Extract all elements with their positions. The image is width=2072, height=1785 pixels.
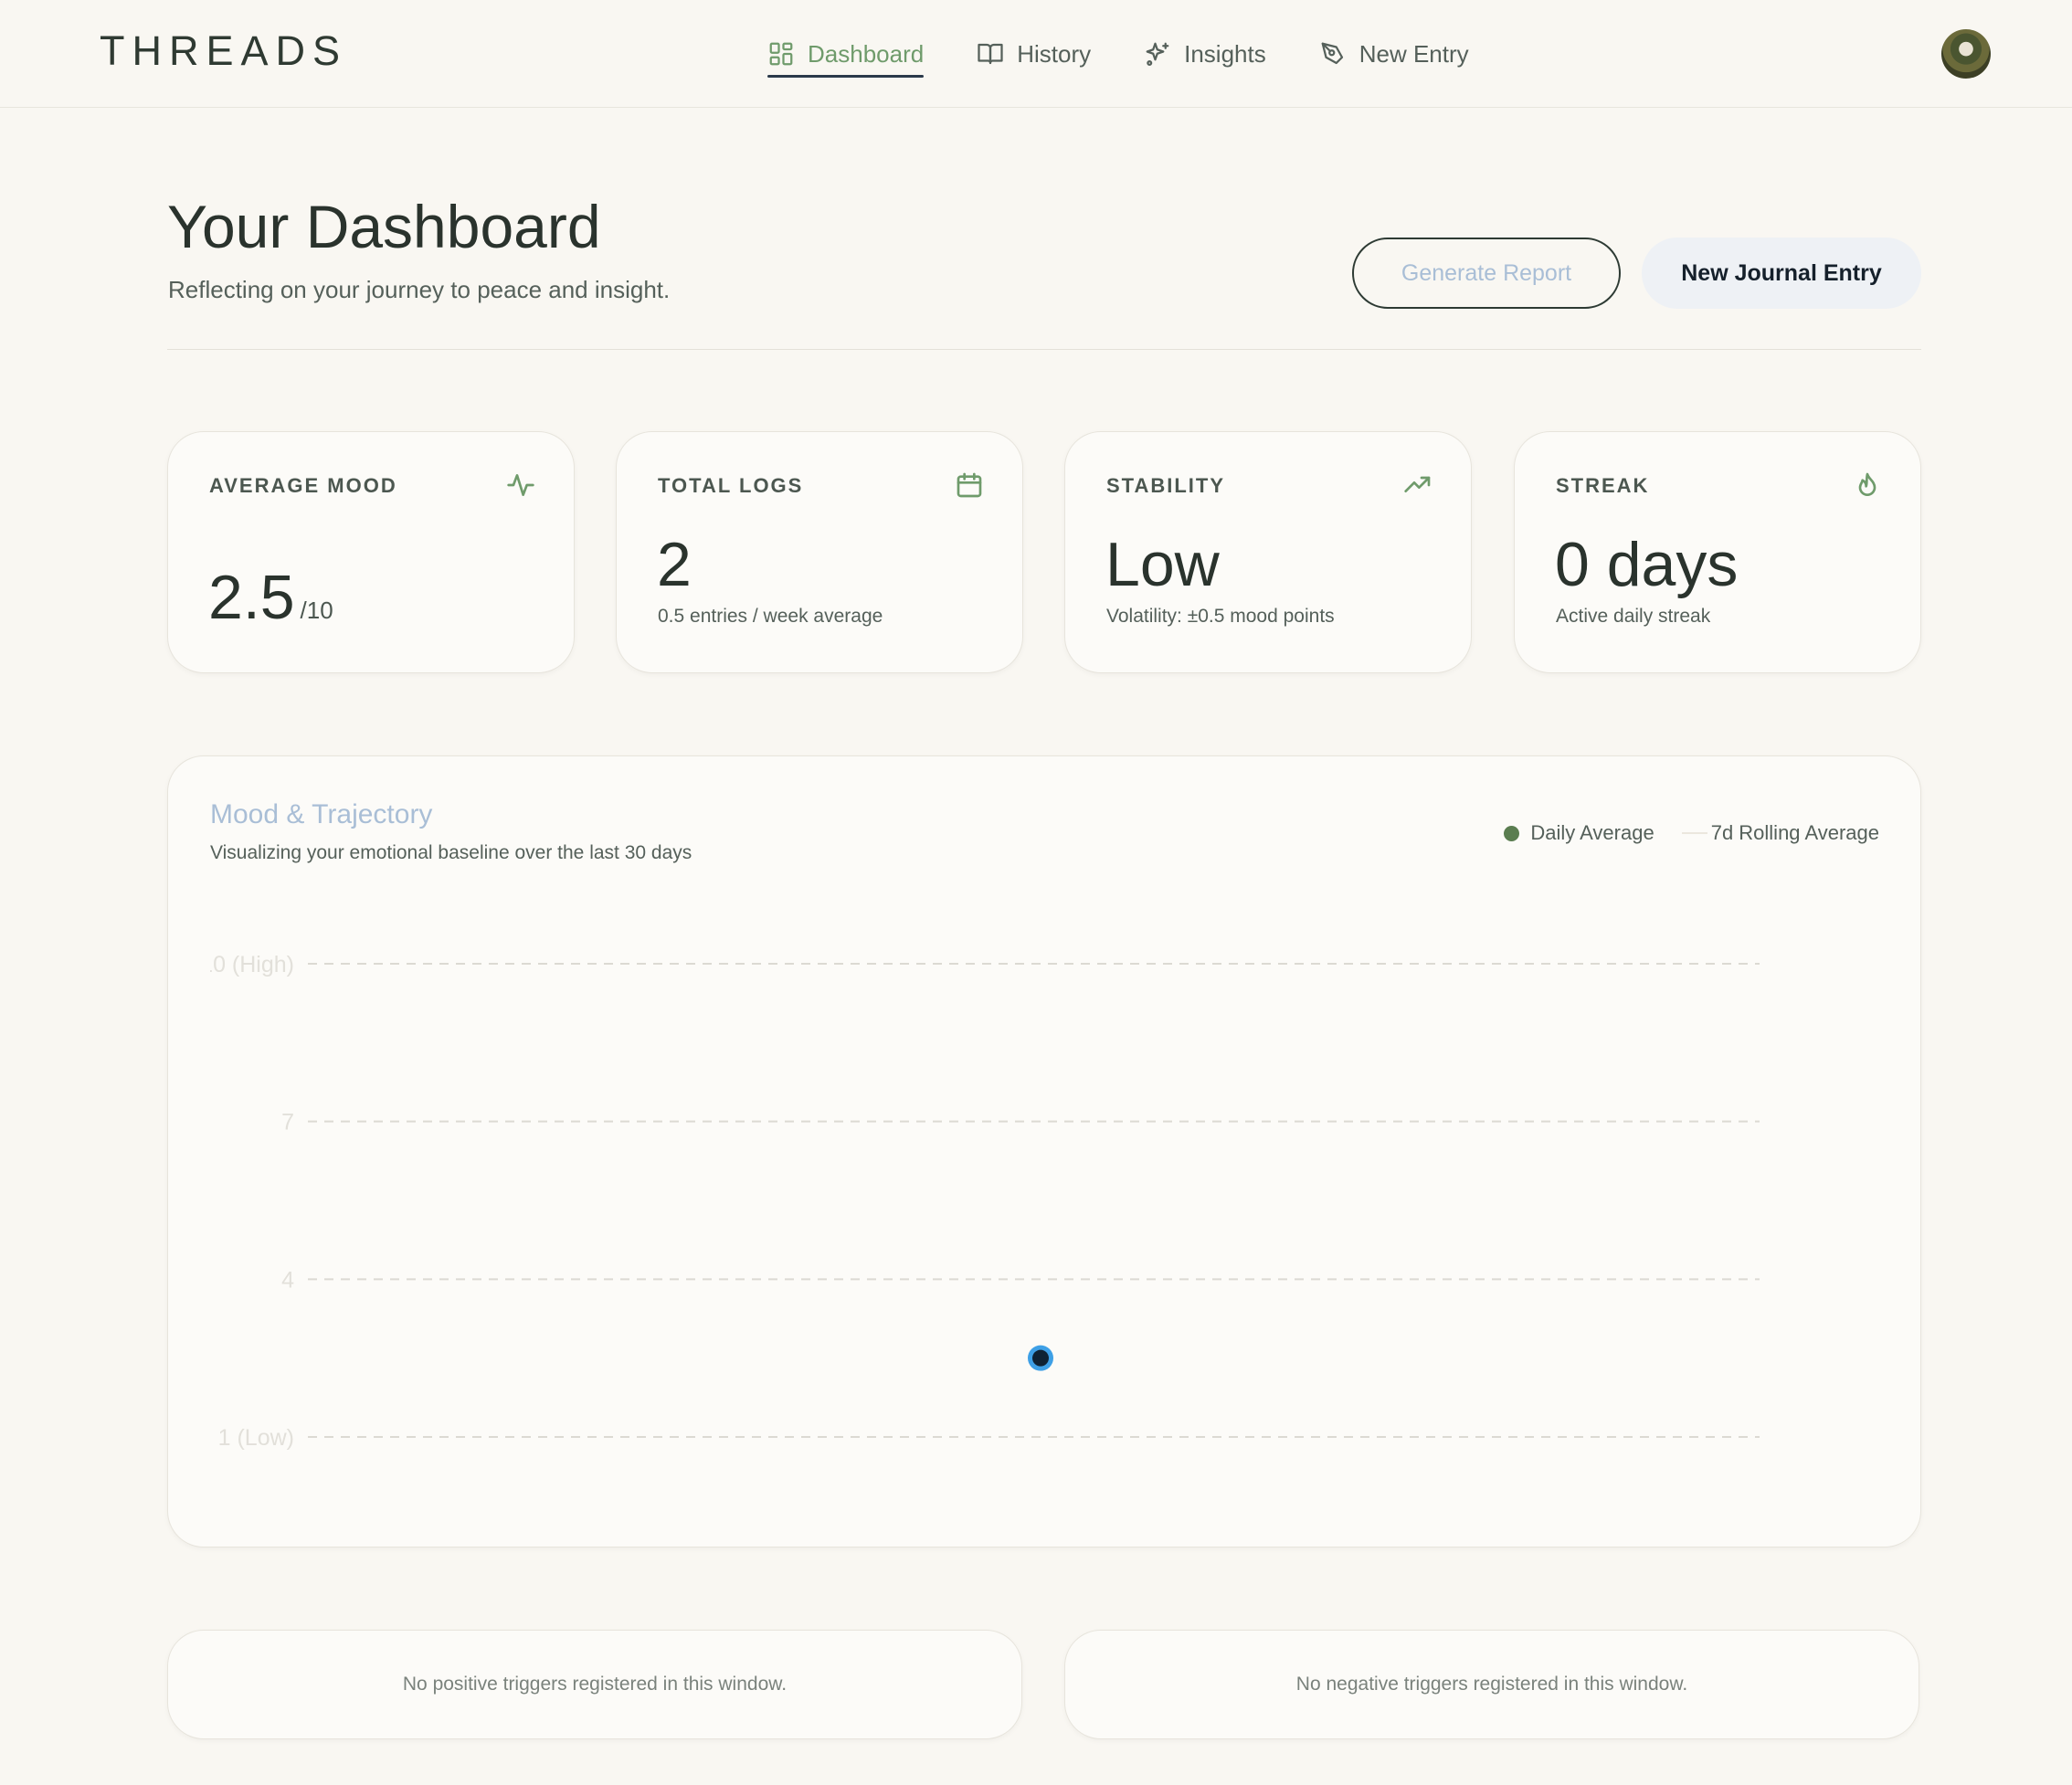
stat-value: 2.5/10 xyxy=(208,562,333,633)
generate-report-button[interactable]: Generate Report xyxy=(1352,238,1621,309)
user-avatar[interactable] xyxy=(1941,29,1991,79)
mood-trajectory-card: Mood & Trajectory Visualizing your emoti… xyxy=(167,755,1921,1547)
stat-label: AVERAGE MOOD xyxy=(209,474,397,497)
y-tick-label: 7 xyxy=(281,1110,294,1135)
nav-item-label: Insights xyxy=(1184,39,1266,68)
nav-item-label: History xyxy=(1017,39,1092,68)
average-mood-unit: /10 xyxy=(300,597,333,624)
dashboard-grid-icon xyxy=(769,42,793,66)
page-title: Your Dashboard xyxy=(167,193,601,260)
calendar-icon xyxy=(955,470,984,500)
stat-label: STREAK xyxy=(1556,474,1650,497)
negative-triggers-empty: No negative triggers registered in this … xyxy=(1295,1674,1688,1695)
total-logs-value: 2 xyxy=(657,530,692,599)
nav-item-label: New Entry xyxy=(1358,39,1469,68)
stat-card-total-logs: TOTAL LOGS 2 0.5 entries / week average xyxy=(616,431,1023,673)
mood-chart: 10 (High) 7 4 1 (Low) xyxy=(200,952,1760,1451)
pen-nib-icon xyxy=(1321,42,1343,65)
negative-triggers-card: No negative triggers registered in this … xyxy=(1064,1630,1919,1739)
data-point[interactable] xyxy=(1032,1349,1049,1367)
new-journal-entry-button[interactable]: New Journal Entry xyxy=(1642,238,1921,309)
positive-triggers-card: No positive triggers registered in this … xyxy=(167,1630,1022,1739)
total-logs-sub: 0.5 entries / week average xyxy=(658,606,883,627)
nav-item-insights[interactable]: Insights xyxy=(1144,0,1266,108)
y-tick-label: 1 (Low) xyxy=(218,1425,294,1451)
page-subtitle: Reflecting on your journey to peace and … xyxy=(168,276,671,303)
sparkles-icon xyxy=(1146,42,1169,66)
stat-label: STABILITY xyxy=(1106,474,1226,497)
stability-value: Low xyxy=(1105,530,1220,599)
y-tick-label: 10 (High) xyxy=(200,952,294,977)
nav-item-label: Dashboard xyxy=(808,39,925,68)
stat-card-average-mood: AVERAGE MOOD 2.5/10 xyxy=(167,431,575,673)
trending-up-icon xyxy=(1403,470,1432,500)
stat-card-streak: STREAK 0 days Active daily streak xyxy=(1514,431,1921,673)
header-divider xyxy=(167,349,1921,350)
main-nav: Dashboard History Insights New Entry xyxy=(767,0,1522,108)
streak-value: 0 days xyxy=(1555,530,1739,599)
y-tick-label: 4 xyxy=(281,1267,294,1293)
nav-item-history[interactable]: History xyxy=(977,0,1091,108)
positive-triggers-empty: No positive triggers registered in this … xyxy=(402,1674,788,1695)
average-mood-value: 2.5 xyxy=(208,563,295,632)
streak-sub: Active daily streak xyxy=(1556,606,1711,627)
nav-item-new-entry[interactable]: New Entry xyxy=(1319,0,1469,108)
top-navigation-bar: THREADS Dashboard History Insights New E… xyxy=(0,0,2072,108)
app-logo[interactable]: THREADS xyxy=(100,27,347,75)
stability-sub: Volatility: ±0.5 mood points xyxy=(1106,606,1335,627)
book-icon xyxy=(978,43,1003,65)
activity-pulse-icon xyxy=(506,470,535,500)
flame-icon xyxy=(1853,470,1882,500)
stat-label: TOTAL LOGS xyxy=(658,474,804,497)
stat-card-stability: STABILITY Low Volatility: ±0.5 mood poin… xyxy=(1064,431,1472,673)
nav-item-dashboard[interactable]: Dashboard xyxy=(767,0,925,108)
